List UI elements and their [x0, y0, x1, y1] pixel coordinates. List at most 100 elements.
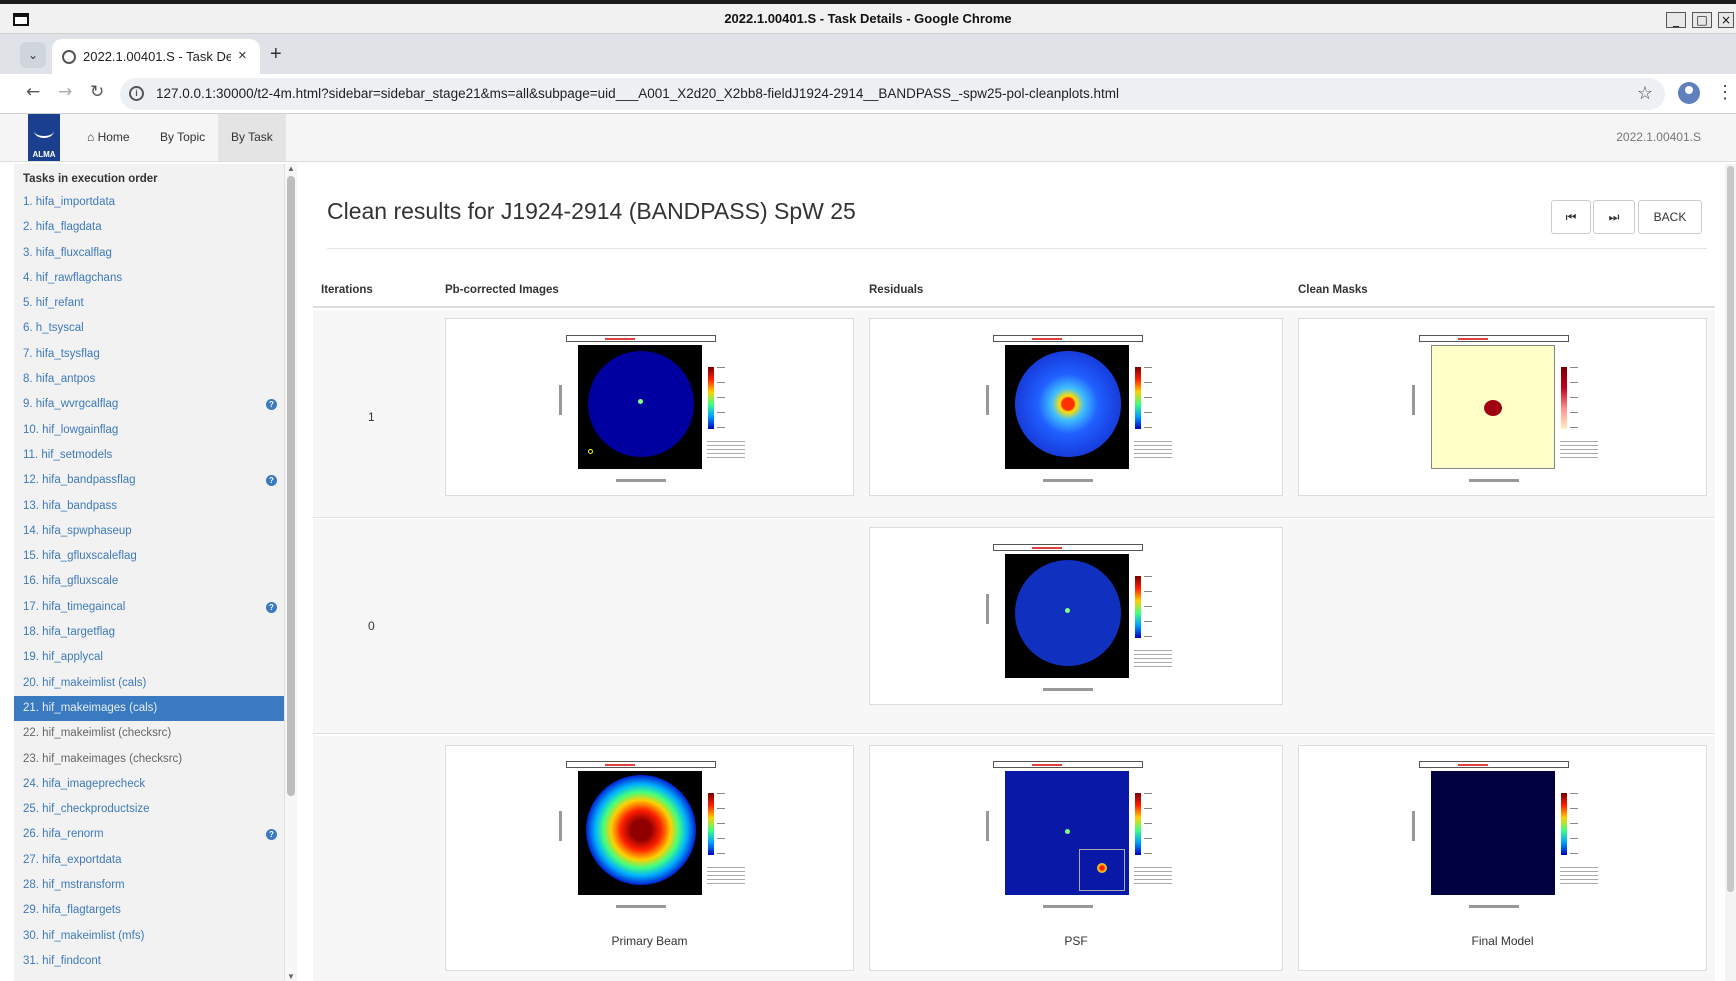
- sidebar-task-item[interactable]: 20. hif_makeimlist (cals): [14, 671, 284, 696]
- sidebar-task-item[interactable]: 4. hif_rawflagchans: [14, 266, 284, 291]
- star-icon[interactable]: ☆: [1637, 83, 1653, 104]
- sidebar-task-item[interactable]: 2. hifa_flagdata: [14, 215, 284, 240]
- residual-plot: [978, 335, 1174, 485]
- sidebar-task-item[interactable]: 18. hifa_targetflag: [14, 620, 284, 645]
- sidebar-task-label: 25. hif_checkproductsize: [23, 803, 150, 816]
- psf-thumbnail[interactable]: PSF: [869, 745, 1283, 971]
- alma-logo[interactable]: ALMA: [28, 114, 60, 161]
- sidebar-task-item[interactable]: 8. hifa_antpos: [14, 367, 284, 392]
- pbcor-image-thumbnail[interactable]: [445, 318, 854, 496]
- sidebar-task-label: 26. hifa_renorm: [23, 828, 104, 841]
- sidebar-task-label: 19. hif_applycal: [23, 651, 103, 664]
- sidebar-task-label: 14. hifa_spwphaseup: [23, 524, 132, 537]
- back-arrow-icon[interactable]: ←: [26, 82, 40, 102]
- sidebar-task-label: 4. hif_rawflagchans: [23, 271, 123, 284]
- nav-by-task[interactable]: By Task: [218, 114, 286, 161]
- sidebar-task-label: 13. hifa_bandpass: [23, 499, 117, 512]
- forward-arrow-icon[interactable]: →: [58, 82, 72, 102]
- sidebar-task-item[interactable]: 15. hifa_gfluxscaleflag: [14, 544, 284, 569]
- sidebar-task-item[interactable]: 21. hif_makeimages (cals): [14, 695, 284, 722]
- sidebar-task-item[interactable]: 25. hif_checkproductsize: [14, 797, 284, 822]
- sidebar-task-item[interactable]: 13. hifa_bandpass: [14, 494, 284, 519]
- sidebar-task-item[interactable]: 28. hif_mstransform: [14, 873, 284, 898]
- new-tab-button[interactable]: +: [270, 43, 282, 66]
- nav-home-label: Home: [97, 130, 130, 144]
- col-iterations: Iterations: [321, 284, 373, 296]
- kebab-menu-icon[interactable]: ⋮: [1716, 82, 1734, 103]
- sidebar-task-label: 21. hif_makeimages (cals): [23, 701, 158, 714]
- sidebar-task-item[interactable]: 31. hif_findcont: [14, 949, 284, 974]
- sidebar-task-item[interactable]: 17. hifa_timegaincal?: [14, 595, 284, 620]
- clean-mask-plot: [1404, 335, 1600, 485]
- sidebar-task-item[interactable]: 9. hifa_wvrgcalflag?: [14, 392, 284, 417]
- table-row: 0: [313, 519, 1715, 734]
- sidebar-task-label: 7. hifa_tsysflag: [23, 347, 100, 360]
- maximize-button[interactable]: □: [1692, 12, 1712, 28]
- sidebar-task-item[interactable]: 19. hif_applycal: [14, 645, 284, 670]
- sidebar-task-item[interactable]: 10. hif_lowgainflag: [14, 418, 284, 443]
- scroll-down-icon[interactable]: ▼: [287, 972, 295, 981]
- profile-icon[interactable]: [1678, 82, 1700, 104]
- nav-home[interactable]: ⌂ Home: [74, 114, 143, 161]
- sidebar-task-item[interactable]: 26. hifa_renorm?: [14, 822, 284, 847]
- sidebar-task-label: 15. hifa_gfluxscaleflag: [23, 550, 137, 563]
- title-divider: [327, 248, 1707, 249]
- sidebar-task-item[interactable]: 3. hifa_fluxcalflag: [14, 241, 284, 266]
- sidebar-task-item[interactable]: 16. hifa_gfluxscale: [14, 569, 284, 594]
- url-text[interactable]: 127.0.0.1:30000/t2-4m.html?sidebar=sideb…: [156, 86, 1119, 101]
- sidebar-task-label: 6. h_tsyscal: [23, 322, 84, 335]
- sidebar-scrollbar[interactable]: ▲ ▼: [285, 164, 297, 981]
- sidebar-task-item[interactable]: 5. hif_refant: [14, 291, 284, 316]
- window-title: 2022.1.00401.S - Task Details - Google C…: [724, 11, 1012, 26]
- primary-beam-caption: Primary Beam: [611, 934, 688, 948]
- pbcor-plot: [551, 335, 747, 485]
- logo-swoosh: [34, 124, 54, 138]
- browser-tab[interactable]: 2022.1.00401.S - Task Details ×: [52, 39, 260, 74]
- tab-close-icon[interactable]: ×: [238, 47, 247, 64]
- sidebar-task-item[interactable]: 1. hifa_importdata: [14, 190, 284, 215]
- sidebar-task-item[interactable]: 22. hif_makeimlist (checksrc): [14, 721, 284, 746]
- final-model-thumbnail[interactable]: Final Model: [1298, 745, 1707, 971]
- sidebar-task-label: 20. hif_makeimlist (cals): [23, 676, 147, 689]
- home-icon: ⌂: [87, 130, 95, 144]
- tab-strip: ⌄ 2022.1.00401.S - Task Details × +: [0, 34, 1736, 74]
- sidebar-task-item[interactable]: 12. hifa_bandpassflag?: [14, 468, 284, 493]
- sidebar-task-label: 29. hifa_flagtargets: [23, 904, 121, 917]
- page-scrollbar-thumb[interactable]: [1727, 166, 1734, 892]
- col-clean-masks: Clean Masks: [1298, 284, 1368, 296]
- sidebar-task-item[interactable]: 11. hif_setmodels: [14, 443, 284, 468]
- table-row: 1: [313, 310, 1715, 518]
- sidebar-task-item[interactable]: 29. hifa_flagtargets: [14, 898, 284, 923]
- sidebar-task-label: 12. hifa_bandpassflag: [23, 474, 136, 487]
- site-info-icon[interactable]: i: [129, 86, 144, 101]
- clean-mask-thumbnail[interactable]: [1298, 318, 1707, 496]
- last-page-button[interactable]: ⏭: [1593, 200, 1635, 234]
- sidebar-heading: Tasks in execution order: [23, 173, 158, 185]
- reload-icon[interactable]: ↻: [90, 82, 104, 102]
- primary-beam-thumbnail[interactable]: Primary Beam: [445, 745, 854, 971]
- warning-icon: ?: [266, 601, 277, 613]
- residual-image-thumbnail[interactable]: [869, 527, 1283, 705]
- sidebar-task-label: 10. hif_lowgainflag: [23, 423, 119, 436]
- sidebar-task-label: 22. hif_makeimlist (checksrc): [23, 727, 172, 740]
- sidebar-task-item[interactable]: 23. hif_makeimages (checksrc): [14, 747, 284, 772]
- first-page-button[interactable]: ⏮: [1551, 200, 1591, 234]
- sidebar-task-label: 3. hifa_fluxcalflag: [23, 246, 112, 259]
- scroll-up-icon[interactable]: ▲: [287, 164, 295, 173]
- back-button[interactable]: BACK: [1638, 200, 1702, 234]
- sidebar-task-item[interactable]: 30. hif_makeimlist (mfs): [14, 924, 284, 949]
- address-bar[interactable]: i 127.0.0.1:30000/t2-4m.html?sidebar=sid…: [120, 78, 1665, 110]
- nav-by-topic[interactable]: By Topic: [147, 114, 218, 161]
- close-window-button[interactable]: ×: [1718, 12, 1734, 28]
- scrollbar-thumb[interactable]: [287, 176, 295, 796]
- iteration-number: 0: [368, 619, 375, 633]
- sidebar-task-item[interactable]: 7. hifa_tsysflag: [14, 342, 284, 367]
- page-scrollbar[interactable]: [1725, 164, 1736, 981]
- sidebar-task-item[interactable]: 24. hifa_imageprecheck: [14, 772, 284, 797]
- minimize-button[interactable]: _: [1666, 12, 1686, 28]
- sidebar-task-item[interactable]: 27. hifa_exportdata: [14, 848, 284, 873]
- tab-search-button[interactable]: ⌄: [20, 42, 46, 68]
- residual-image-thumbnail[interactable]: [869, 318, 1283, 496]
- sidebar-task-item[interactable]: 14. hifa_spwphaseup: [14, 519, 284, 544]
- sidebar-task-item[interactable]: 6. h_tsyscal: [14, 316, 284, 341]
